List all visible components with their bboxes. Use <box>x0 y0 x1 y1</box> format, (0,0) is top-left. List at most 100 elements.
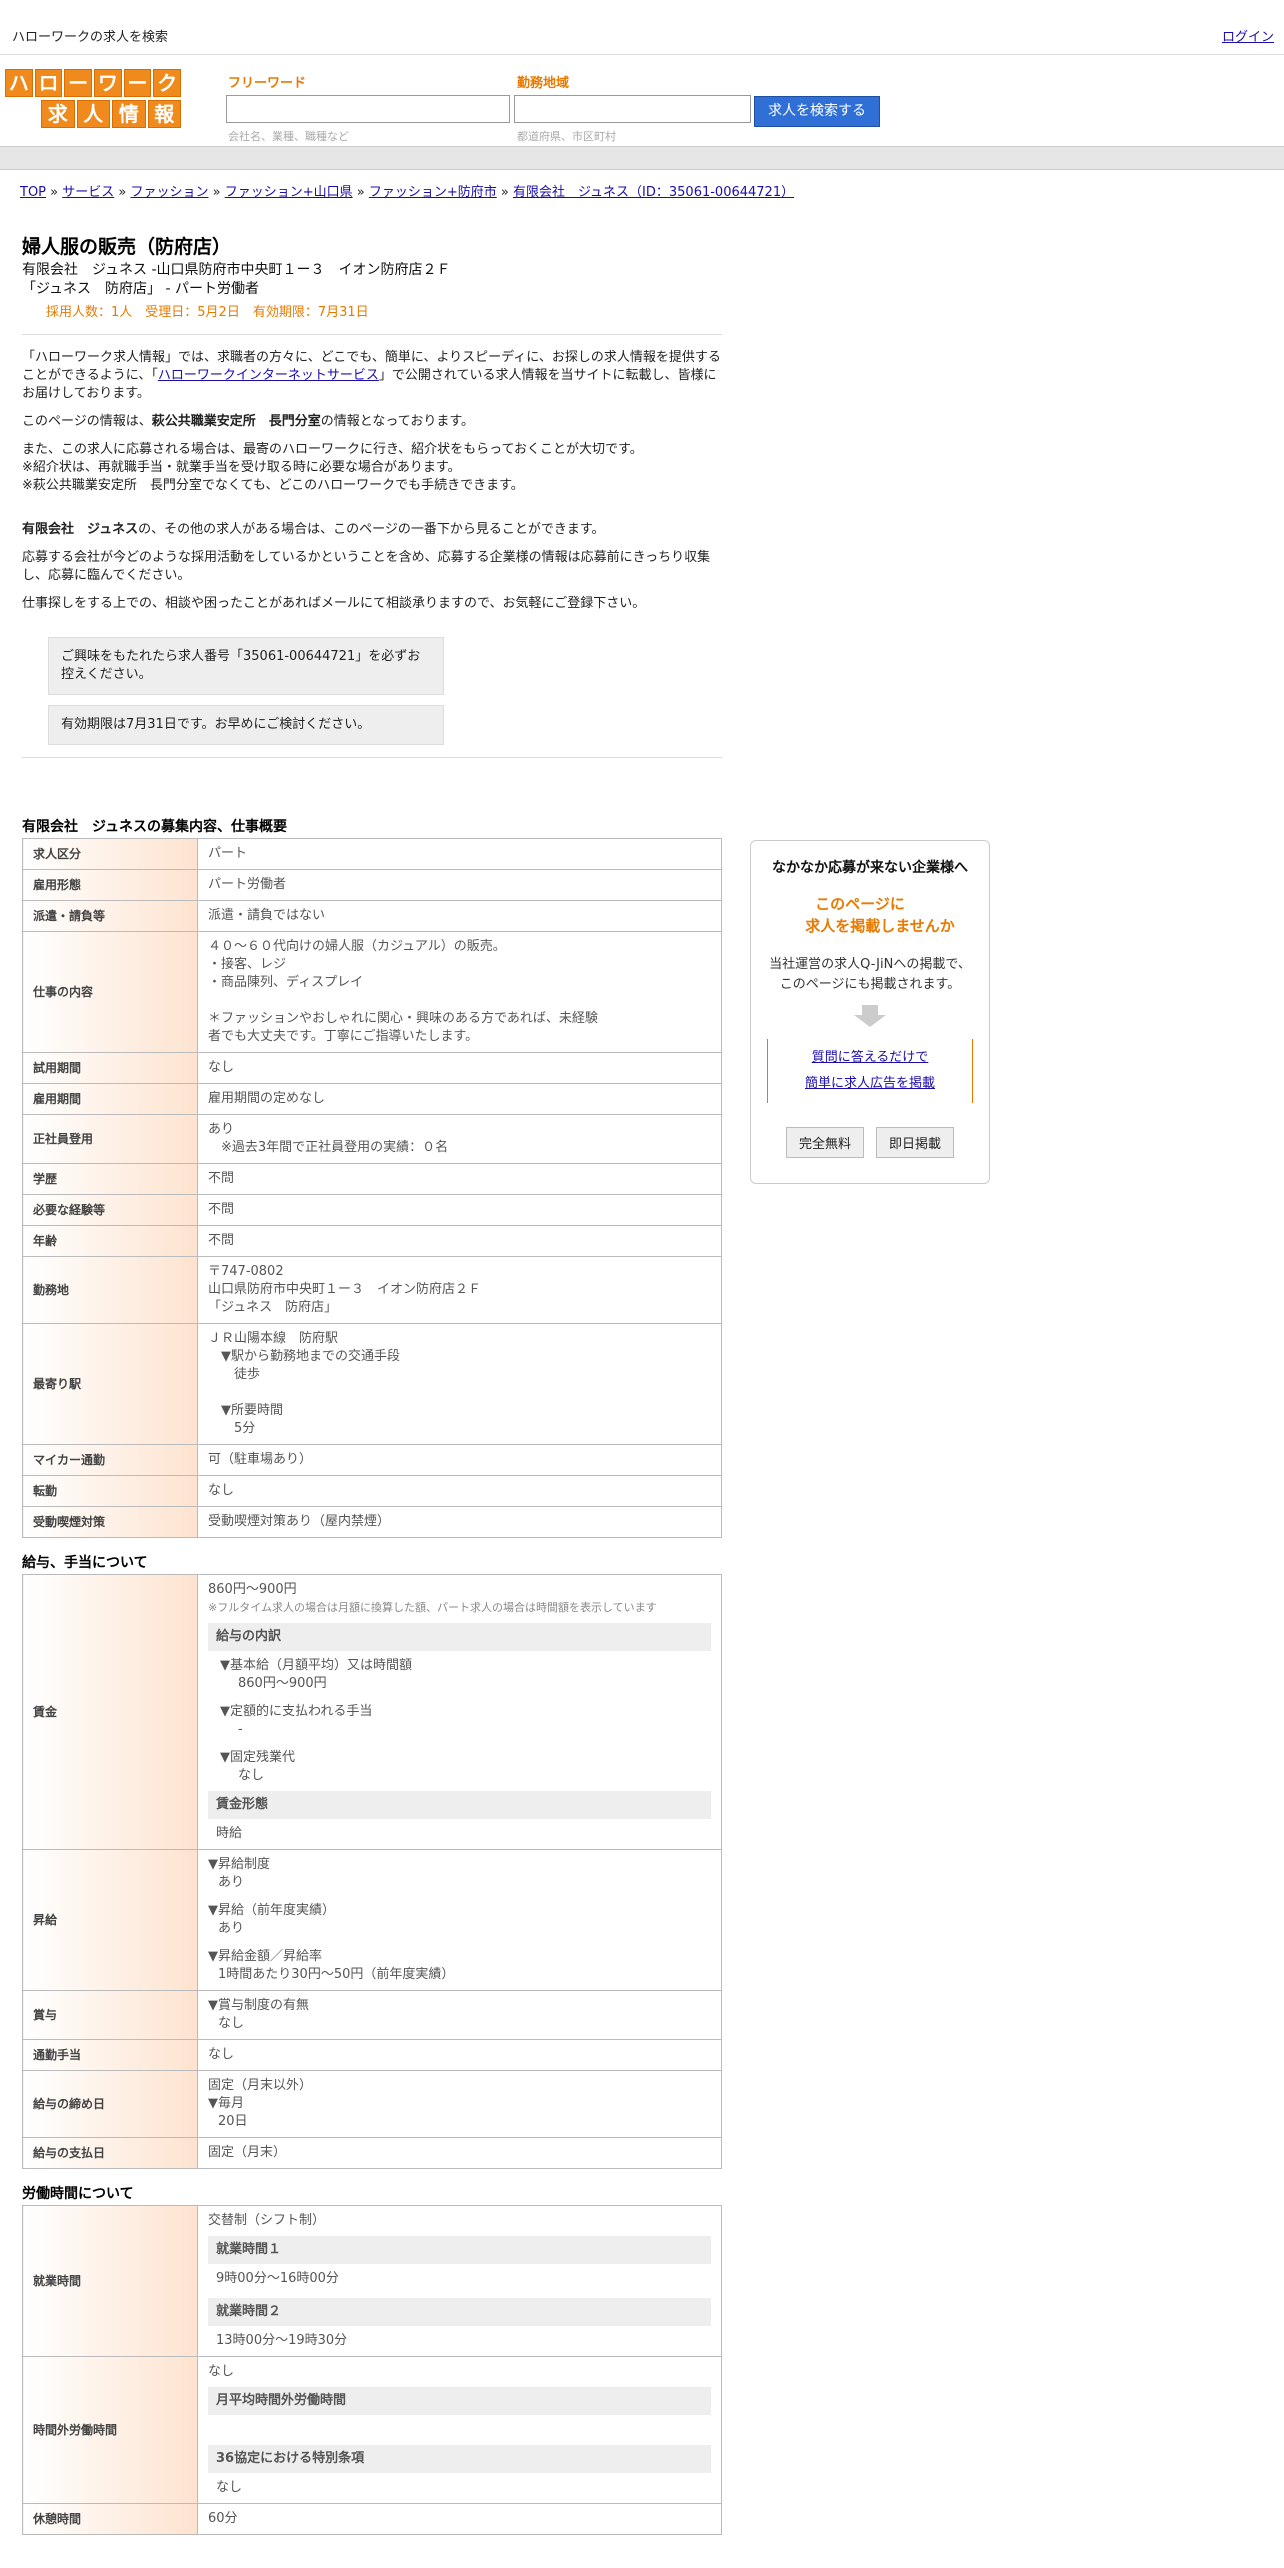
row-value-line: 者でも大丈夫です。丁寧にご指導いたします。 <box>208 1029 479 1044</box>
breadcrumb-service[interactable]: サービス <box>62 185 114 200</box>
row-value: 可（駐車場あり） <box>197 1444 722 1476</box>
down-arrow-icon <box>852 1005 888 1031</box>
company-name: 有限会社 ジュネス <box>22 522 139 537</box>
wage-form-heading: 賃金形態 <box>208 1791 711 1819</box>
breadcrumb-top[interactable]: TOP <box>20 185 46 200</box>
table-row: 雇用期間 雇用期間の定めなし <box>22 1083 722 1115</box>
breadcrumb-fashion-hofu[interactable]: ファッション+防府市 <box>369 185 497 200</box>
logo-char: ワ <box>94 69 122 97</box>
row-value-line: 〒747-0802 <box>208 1264 284 1279</box>
row-value-line: 不問 <box>208 1171 235 1186</box>
close-value: 20日 <box>218 2114 248 2129</box>
overtime-heading: 36協定における特別条項 <box>208 2445 711 2473</box>
row-value-line: 可（駐車場あり） <box>208 1452 313 1467</box>
row-key: 年齢 <box>22 1225 198 1257</box>
row-value-line: あり <box>208 1122 235 1137</box>
row-value-line: 派遣・請負ではない <box>208 908 326 923</box>
raise-item: ▼昇給制度 <box>208 1857 270 1872</box>
row-value-line: 「ジュネス 防府店」 <box>208 1300 338 1315</box>
breakdown-item: ▼固定残業代 <box>220 1750 295 1765</box>
freeword-input[interactable] <box>226 95 510 123</box>
row-key: 賃金 <box>22 1574 198 1850</box>
row-value: ▼賞与制度の有無 なし <box>197 1990 722 2040</box>
intro-paragraph-6: 仕事探しをする上での、相談や困ったことがあればメールにて相談承りますので、お気軽… <box>22 596 646 611</box>
wage-note: ※フルタイム求人の場合は月額に換算した額、パート求人の場合は時間額を表示していま… <box>208 1601 657 1614</box>
row-value: なし 月平均時間外労働時間 36協定における特別条項 なし <box>197 2356 722 2504</box>
row-value: 60分 <box>197 2503 722 2535</box>
login-link[interactable]: ログイン <box>1222 26 1274 45</box>
table-row: 昇給 ▼昇給制度 あり ▼昇給（前年度実績） あり ▼昇給金額／昇給率 1時間あ… <box>22 1849 722 1991</box>
overtime-value <box>208 2421 711 2439</box>
area-input[interactable] <box>514 95 751 123</box>
intro-paragraph-1: 「ハローワーク求人情報」では、求職者の方々に、どこでも、簡単に、よりスピーディに… <box>22 349 722 403</box>
same-day-badge[interactable]: 即日掲載 <box>876 1127 955 1158</box>
area-hint: 都道府県、市区町村 <box>517 130 616 143</box>
row-key: 休憩時間 <box>22 2503 198 2535</box>
site-logo[interactable]: ハローワーク 求人情報 <box>5 69 182 128</box>
row-key: 学歴 <box>22 1163 198 1195</box>
hellowork-internet-link[interactable]: ハローワークインターネットサービス <box>158 368 379 383</box>
logo-char: ハ <box>5 69 33 97</box>
ad-desc-line: このページにも掲載されます。 <box>779 977 961 992</box>
notice-job-number: ご興味をもたれたら求人番号「35061-00644721」を必ずお控えください。 <box>48 637 444 695</box>
row-value-line: ▼所要時間 <box>208 1403 283 1418</box>
row-value: 不問 <box>197 1225 722 1257</box>
ad-link-post[interactable]: 簡単に求人広告を掲載 <box>768 1071 972 1097</box>
breakdown-item: ▼定額的に支払われる手当 <box>220 1704 373 1719</box>
row-value: ４０～６０代向けの婦人服（カジュアル）の販売。 ・接客、レジ ・商品陳列、ディスプレ… <box>197 931 722 1053</box>
ad-desc-line: 当社運営の求人Q-JiNへの掲載で、 <box>769 957 971 972</box>
breadcrumb-fashion[interactable]: ファッション <box>130 185 208 200</box>
breadcrumb-company[interactable]: 有限会社 ジュネス（ID：35061-00644721） <box>513 185 794 200</box>
table-row: 仕事の内容 ４０～６０代向けの婦人服（カジュアル）の販売。 ・接客、レジ ・商品陳列、… <box>22 931 722 1053</box>
row-value-line: ＪＲ山陽本線 防府駅 <box>208 1331 339 1346</box>
table-row: 転勤 なし <box>22 1475 722 1507</box>
row-key: 試用期間 <box>22 1052 198 1084</box>
row-key: 最寄り駅 <box>22 1323 198 1445</box>
wage-form-value: 時給 <box>216 1826 243 1841</box>
table-row: 派遣・請負等 派遣・請負ではない <box>22 900 722 932</box>
row-key: 就業時間 <box>22 2205 198 2357</box>
breadcrumb-fashion-yamaguchi[interactable]: ファッション+山口県 <box>225 185 353 200</box>
row-value: 派遣・請負ではない <box>197 900 722 932</box>
raise-item: ▼昇給（前年度実績） <box>208 1903 335 1918</box>
row-key: 転勤 <box>22 1475 198 1507</box>
row-value-line: ▼駅から勤務地までの交通手段 <box>208 1349 400 1364</box>
breadcrumb: TOP » サービス » ファッション » ファッション+山口県 » ファッショ… <box>20 185 795 200</box>
logo-char: ク <box>153 69 182 97</box>
row-value-line: 不問 <box>208 1233 235 1248</box>
free-badge[interactable]: 完全無料 <box>785 1127 864 1158</box>
freeword-hint: 会社名、業種、職種など <box>228 130 349 143</box>
row-value: ＪＲ山陽本線 防府駅 ▼駅から勤務地までの交通手段 徒歩 ▼所要時間 5分 <box>197 1323 722 1445</box>
row-value: 固定（月末） <box>197 2137 722 2169</box>
divider <box>22 334 722 335</box>
intro-paragraph-5: 応募する会社が今どのような採用活動をしているかということを含め、応募する企業様の… <box>22 550 711 583</box>
intro-paragraph-4: 有限会社 ジュネスの、その他の求人がある場合は、このページの一番下から見ることが… <box>22 521 722 539</box>
row-key: 給与の締め日 <box>22 2070 198 2138</box>
close-value: 固定（月末以外） <box>208 2078 313 2093</box>
shift-heading: 就業時間１ <box>208 2236 711 2264</box>
table-row: 賞与 ▼賞与制度の有無 なし <box>22 1990 722 2040</box>
table-row: 雇用形態 パート労働者 <box>22 869 722 901</box>
row-value: ▼昇給制度 あり ▼昇給（前年度実績） あり ▼昇給金額／昇給率 1時間あたり3… <box>197 1849 722 1991</box>
row-value-line: 山口県防府市中央町１ー３ イオン防府店２Ｆ <box>208 1282 482 1297</box>
table-row: 給与の締め日 固定（月末以外） ▼毎月 20日 <box>22 2070 722 2138</box>
logo-char: ー <box>64 69 93 97</box>
overtime-heading: 月平均時間外労働時間 <box>208 2387 711 2415</box>
row-value-line: 不問 <box>208 1202 235 1217</box>
row-value-line: パート <box>208 846 248 861</box>
ad-badges: 完全無料 即日掲載 <box>751 1127 989 1158</box>
table-row: 休憩時間 60分 <box>22 2503 722 2535</box>
ad-link-question[interactable]: 質問に答えるだけで <box>768 1045 972 1071</box>
intro-paragraph-3: また、この求人に応募される場合は、最寄のハローワークに行き、紹介状をもらっておく… <box>22 441 722 495</box>
search-button[interactable]: 求人を検索する <box>754 96 880 127</box>
row-key: 雇用形態 <box>22 869 198 901</box>
close-value: ▼毎月 <box>208 2096 244 2111</box>
row-key: 雇用期間 <box>22 1083 198 1115</box>
intro-text: の情報となっております。 <box>320 414 475 429</box>
row-value: 不問 <box>197 1194 722 1226</box>
intro-text: ※萩公共職業安定所 長門分室でなくても、どこのハローワークでも手続きできます。 <box>22 478 524 493</box>
company-line: 有限会社 ジュネス -山口県防府市中央町１ー３ イオン防府店２Ｆ <box>22 262 451 278</box>
row-value-line: ＊ファッションやおしゃれに関心・興味のある方であれば、未経験 <box>208 1011 598 1026</box>
row-value-line <box>208 992 711 1010</box>
table-row: 年齢 不問 <box>22 1225 722 1257</box>
